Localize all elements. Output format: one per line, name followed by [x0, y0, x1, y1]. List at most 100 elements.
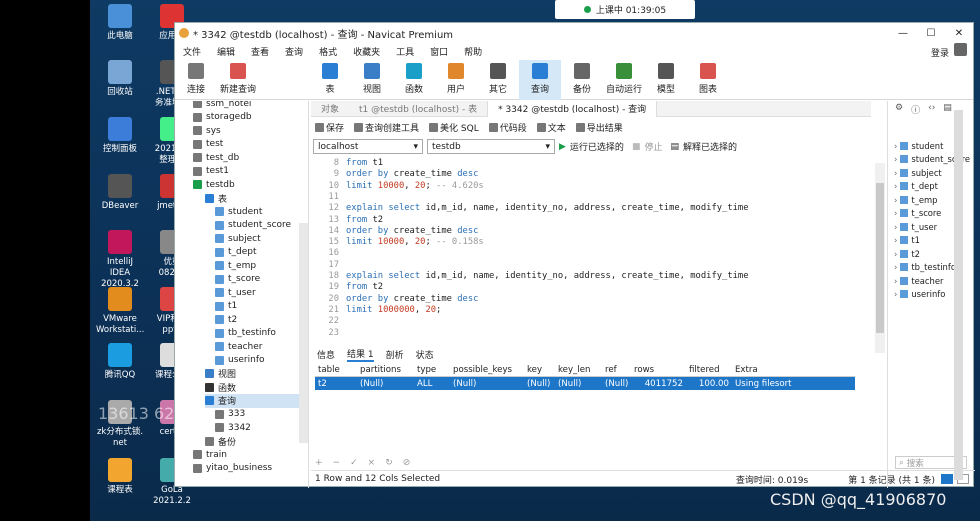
- nav-item[interactable]: 表: [205, 192, 305, 206]
- table-cell[interactable]: (Null): [602, 379, 631, 389]
- nav-item[interactable]: subject: [215, 232, 305, 246]
- close-button[interactable]: ✕: [945, 28, 973, 39]
- login-link[interactable]: 登录: [931, 46, 949, 59]
- nav-item[interactable]: test_db: [193, 151, 305, 165]
- nav-scrollbar[interactable]: [299, 223, 308, 443]
- toolbar-button[interactable]: 表: [309, 60, 351, 100]
- toolbar-button[interactable]: 自动运行: [603, 60, 645, 100]
- editor-scrollbar[interactable]: [875, 163, 885, 353]
- menu-item[interactable]: 收藏夹: [345, 45, 388, 58]
- table-cell[interactable]: 4011752: [631, 379, 686, 389]
- nav-item[interactable]: test1: [193, 165, 305, 179]
- nav-item[interactable]: t_dept: [215, 246, 305, 260]
- nav-item[interactable]: 备份: [205, 435, 305, 449]
- editor-tab[interactable]: * 3342 @testdb (localhost) - 查询: [487, 100, 658, 117]
- menu-item[interactable]: 查询: [277, 45, 311, 58]
- table-cell[interactable]: 100.00: [686, 379, 732, 389]
- grid-action-button[interactable]: ✓: [350, 458, 358, 468]
- toolbar-button[interactable]: 备份: [561, 60, 603, 100]
- desktop-icon[interactable]: 腾讯QQ: [96, 343, 144, 381]
- maximize-button[interactable]: ☐: [917, 28, 945, 39]
- column-header[interactable]: table: [315, 365, 357, 375]
- object-list-item[interactable]: › t_dept: [894, 180, 938, 194]
- server-select[interactable]: localhost ▾: [313, 139, 423, 154]
- nav-item[interactable]: student: [215, 205, 305, 219]
- menu-item[interactable]: 工具: [388, 45, 422, 58]
- nav-item[interactable]: 函数: [205, 381, 305, 395]
- object-list-item[interactable]: › userinfo: [894, 288, 945, 302]
- grid-action-button[interactable]: +: [315, 458, 323, 468]
- menu-item[interactable]: 窗口: [422, 45, 456, 58]
- grid-action-button[interactable]: −: [333, 458, 341, 468]
- grid-action-button[interactable]: ⊘: [403, 458, 411, 468]
- result-tab[interactable]: 剖析: [386, 348, 404, 361]
- menu-item[interactable]: 查看: [243, 45, 277, 58]
- object-list-item[interactable]: › t_score: [894, 207, 941, 221]
- column-header[interactable]: possible_keys: [450, 365, 524, 375]
- nav-item[interactable]: student_score: [215, 219, 305, 233]
- toolbar-button[interactable]: 图表: [687, 60, 729, 100]
- table-cell[interactable]: (Null): [450, 379, 524, 389]
- toolbar-button[interactable]: 函数: [393, 60, 435, 100]
- nav-item[interactable]: t_score: [215, 273, 305, 287]
- column-header[interactable]: partitions: [357, 365, 414, 375]
- toolbar-button[interactable]: 新建查询: [217, 60, 259, 100]
- explain-icon[interactable]: ▤: [670, 142, 679, 152]
- toolbar-button[interactable]: 视图: [351, 60, 393, 100]
- result-tab[interactable]: 结果 1: [347, 347, 374, 362]
- object-list-item[interactable]: › t2: [894, 247, 920, 261]
- editor-tab[interactable]: t1 @testdb (localhost) - 表: [349, 101, 487, 117]
- desktop-icon[interactable]: 此电脑: [96, 4, 144, 42]
- menu-item[interactable]: 帮助: [456, 45, 490, 58]
- sql-editor[interactable]: 8 from t1 9 order by create_time desc 10 limi…: [311, 156, 887, 336]
- nav-item[interactable]: t1: [215, 300, 305, 314]
- desktop-icon[interactable]: DBeaver: [96, 174, 144, 212]
- toolbar-button[interactable]: 用户: [435, 60, 477, 100]
- object-list-item[interactable]: › t_emp: [894, 193, 937, 207]
- table-cell[interactable]: (Null): [524, 379, 555, 389]
- object-list-item[interactable]: › t_user: [894, 220, 937, 234]
- nav-item[interactable]: test: [193, 138, 305, 152]
- column-header[interactable]: type: [414, 365, 450, 375]
- query-tool-button[interactable]: 导出结果: [575, 121, 623, 134]
- result-tab[interactable]: 状态: [416, 348, 434, 361]
- column-header[interactable]: rows: [631, 365, 686, 375]
- nav-item[interactable]: yitao_business: [193, 462, 305, 476]
- nav-item[interactable]: sys: [193, 124, 305, 138]
- nav-item[interactable]: teacher: [215, 340, 305, 354]
- table-cell[interactable]: (Null): [555, 379, 602, 389]
- nav-item[interactable]: t_user: [215, 286, 305, 300]
- toolbar-button[interactable]: 其它: [477, 60, 519, 100]
- nav-item[interactable]: tb_testinfo: [215, 327, 305, 341]
- nav-item[interactable]: train: [193, 448, 305, 462]
- nav-item[interactable]: 3342: [215, 421, 305, 435]
- table-cell[interactable]: Using filesort: [732, 379, 852, 389]
- nav-item[interactable]: 333: [215, 408, 305, 422]
- menu-item[interactable]: 格式: [311, 45, 345, 58]
- object-list-item[interactable]: › subject: [894, 166, 942, 180]
- menu-item[interactable]: 编辑: [209, 45, 243, 58]
- grid-action-button[interactable]: ↻: [385, 458, 393, 468]
- desktop-icon[interactable]: VMware Workstati...: [96, 287, 144, 336]
- scrollbar-thumb[interactable]: [876, 183, 884, 333]
- toolbar-button[interactable]: 模型: [645, 60, 687, 100]
- query-tool-button[interactable]: 美化 SQL: [429, 121, 479, 134]
- right-scrollbar[interactable]: [954, 110, 963, 480]
- query-tool-button[interactable]: 查询创建工具: [354, 121, 419, 134]
- query-tool-button[interactable]: 保存: [315, 121, 344, 134]
- nav-item[interactable]: ssm_hotel: [193, 101, 305, 111]
- column-header[interactable]: key: [524, 365, 555, 375]
- user-avatar-icon[interactable]: [954, 43, 967, 56]
- nav-item[interactable]: t_emp: [215, 259, 305, 273]
- nav-item[interactable]: testdb: [193, 178, 305, 192]
- menu-item[interactable]: 文件: [175, 45, 209, 58]
- table-cell[interactable]: t2: [315, 379, 357, 389]
- toolbar-button[interactable]: 查询: [519, 60, 561, 100]
- nav-item[interactable]: userinfo: [215, 354, 305, 368]
- table-row[interactable]: t2 (Null) ALL (Null) (Null) (Null) (Null) 40117…: [315, 377, 855, 390]
- nav-item[interactable]: 视图: [205, 367, 305, 381]
- run-icon[interactable]: ▶: [559, 142, 566, 152]
- desktop-icon[interactable]: 控制面板: [96, 117, 144, 155]
- grid-action-button[interactable]: ×: [368, 458, 376, 468]
- desktop-icon[interactable]: 回收站: [96, 60, 144, 98]
